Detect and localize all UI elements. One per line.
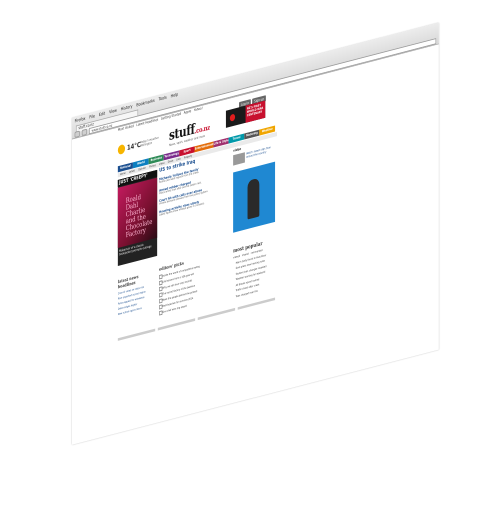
person-figure [247,177,260,220]
logo-suffix: .co.nz [194,122,210,136]
most-popular: most popular viewed shared commented Man's… [233,237,275,298]
poppy-icon [229,113,236,122]
video-panel: video Watch: latest clips from around th… [233,138,276,243]
weather-location: Today's weather Wellington [140,135,159,148]
subnav-link[interactable]: Home [120,171,126,177]
subnav-link[interactable]: Photos [149,163,156,169]
subnav-link[interactable]: Opinion [138,166,146,172]
popular-tab[interactable]: viewed [233,254,240,259]
video-thumbnail[interactable] [233,152,245,166]
back-button[interactable] [74,130,80,138]
footer-block [117,328,156,341]
hero-book-title: Roald Dahl Charlie and the Chocolate Fac… [125,192,153,240]
hero-story[interactable]: JUST 'CREEPY' Roald Dahl Charlie and the… [117,169,158,267]
screenshot-stage: Firefox File Edit View History Bookmarks Tools… [0,0,485,516]
forward-button[interactable] [81,128,88,136]
weather-temperature: 14°C [127,140,141,152]
feature-image[interactable] [233,161,276,233]
hero-image: Roald Dahl Charlie and the Chocolate Fac… [117,177,158,248]
editors-picks: editors' picks Inside the world of compe… [159,249,231,315]
menu-item[interactable]: Edit [99,111,105,118]
web-page: Log in Sign up 14°C Today's weather Well… [117,91,282,426]
footer-block [157,318,196,331]
footer-block [237,297,276,310]
browser-window: Firefox File Edit View History Bookmarks Tools… [72,22,439,445]
latest-news: latest news headlines Council votes on r… [118,270,157,315]
ad-text: NZ'S FIRST WORLD WAR CENTENARY [245,100,266,123]
footer-block [197,307,236,321]
popular-tab[interactable]: shared [242,252,249,257]
subnav-link[interactable]: Latest [129,169,135,175]
sun-icon [117,143,126,156]
menu-item[interactable]: File [89,114,94,121]
banner-ad[interactable]: NZ'S FIRST WORLD WAR CENTENARY [225,100,266,128]
